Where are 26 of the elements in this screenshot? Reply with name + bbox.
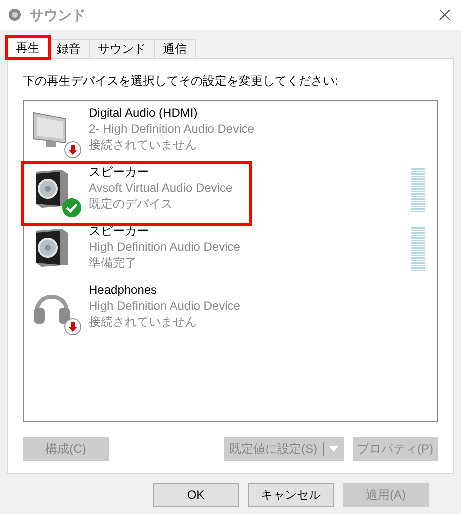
tab[interactable]: 通信 [155, 39, 196, 58]
device-row[interactable]: Headphones High Definition Audio Device 接続されていません [24, 282, 249, 341]
tab[interactable]: サウンド [90, 39, 155, 58]
device-driver: High Definition Audio Device [89, 298, 240, 314]
close-icon[interactable] [439, 9, 451, 21]
device-name: Headphones [89, 282, 158, 298]
instruction-text: 下の再生デバイスを選択してその設定を変更してください: [23, 73, 340, 90]
dialog-button[interactable]: OK [153, 483, 239, 507]
device-status: 既定のデバイス [89, 196, 174, 212]
device-name: Digital Audio (HDMI) [89, 105, 199, 121]
device-name: スピーカー [89, 164, 150, 180]
device-row[interactable]: スピーカー Avsoft Virtual Audio Device 既定のデバイス [24, 164, 249, 223]
window-title: サウンド [30, 6, 86, 24]
dialog-button[interactable]: キャンセル [248, 483, 334, 507]
device-driver: High Definition Audio Device [89, 239, 240, 255]
speaker-icon [8, 8, 22, 22]
device-status: 接続されていません [89, 314, 198, 330]
device-name: スピーカー [89, 223, 150, 239]
device-row[interactable]: スピーカー High Definition Audio Device 準備完了 [24, 223, 249, 282]
device-driver: Avsoft Virtual Audio Device [89, 180, 233, 196]
device-driver: 2- High Definition Audio Device [89, 121, 254, 137]
tab[interactable]: 再生 [7, 37, 49, 58]
tab[interactable]: 録音 [49, 39, 90, 58]
device-row[interactable]: Digital Audio (HDMI) 2- High Definition Audio Device 接続されていません [24, 105, 254, 164]
device-status: 準備完了 [89, 255, 138, 271]
device-status: 接続されていません [89, 137, 198, 153]
